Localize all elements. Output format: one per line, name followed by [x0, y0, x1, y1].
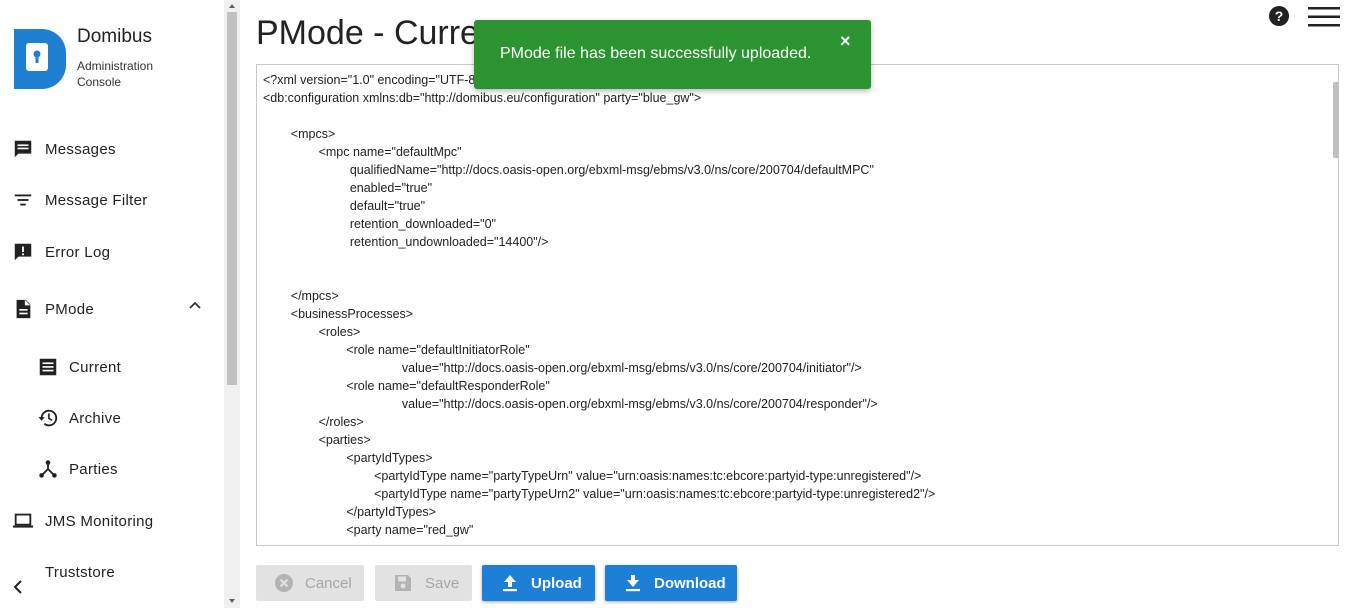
sidebar-item-current[interactable]: Current — [0, 347, 224, 387]
sidebar-item-jms-monitoring[interactable]: JMS Monitoring — [0, 501, 224, 541]
sidebar-item-label: Error Log — [45, 243, 111, 261]
upload-button[interactable]: Upload — [482, 565, 595, 601]
pmode-xml-content[interactable]: <?xml version="1.0" encoding="UTF-8"?> <… — [263, 71, 935, 539]
sidebar-item-message-filter[interactable]: Message Filter — [0, 180, 224, 220]
sidebar-item-label: JMS Monitoring — [45, 512, 154, 530]
sidebar-item-label: Current — [69, 358, 122, 376]
chevron-up-icon[interactable] — [186, 297, 204, 315]
history-icon — [36, 406, 60, 430]
cancel-label: Cancel — [305, 574, 352, 592]
upload-label: Upload — [531, 574, 582, 592]
error-icon — [11, 240, 35, 264]
toast-message: PMode file has been successfully uploade… — [500, 45, 812, 62]
laptop-icon — [11, 509, 35, 533]
save-button[interactable]: Save — [375, 565, 472, 601]
sidebar-scrollbar-thumb[interactable] — [227, 12, 237, 385]
save-label: Save — [425, 574, 460, 592]
sidebar-item-messages[interactable]: Messages — [0, 129, 224, 169]
success-toast: PMode file has been successfully uploade… — [474, 20, 871, 89]
pmode-editor[interactable]: <?xml version="1.0" encoding="UTF-8"?> <… — [256, 64, 1339, 546]
sidebar-item-parties[interactable]: Parties — [0, 449, 224, 489]
sidebar-item-pmode[interactable]: PMode — [0, 289, 224, 329]
svg-text:?: ? — [1275, 8, 1284, 24]
download-button[interactable]: Download — [605, 565, 737, 601]
sidebar-item-label: Truststore — [45, 563, 115, 581]
parties-icon — [36, 457, 60, 481]
scroll-down-arrow-icon[interactable] — [227, 596, 237, 606]
menu-icon[interactable] — [1308, 6, 1340, 28]
page-title: PMode - Current — [256, 14, 508, 52]
sidebar-item-label: PMode — [45, 300, 95, 318]
upload-icon — [503, 575, 517, 592]
sidebar-item-label: Message Filter — [45, 191, 148, 209]
document-icon — [11, 297, 35, 321]
editor-scrollbar-thumb[interactable] — [1333, 82, 1339, 158]
sidebar-item-truststore[interactable]: Truststore — [0, 552, 224, 592]
chevron-left-icon[interactable] — [10, 577, 26, 597]
message-icon — [11, 137, 35, 161]
sidebar: Domibus Administration Console Messages … — [0, 0, 224, 608]
sidebar-item-label: Messages — [45, 140, 116, 158]
save-icon — [395, 575, 411, 591]
sidebar-item-label: Parties — [69, 460, 118, 478]
scroll-up-arrow-icon[interactable] — [227, 1, 237, 11]
download-icon — [626, 575, 640, 592]
cancel-button[interactable]: Cancel — [256, 565, 364, 601]
sidebar-item-error-log[interactable]: Error Log — [0, 232, 224, 272]
brand-subtitle: Administration Console — [77, 59, 154, 89]
close-icon[interactable]: × — [840, 31, 851, 52]
filter-icon — [11, 188, 35, 212]
cancel-icon — [275, 574, 293, 592]
download-label: Download — [654, 574, 726, 592]
help-icon[interactable]: ? — [1268, 5, 1290, 27]
sidebar-item-label: Archive — [69, 409, 122, 427]
brand-title: Domibus — [77, 26, 152, 47]
sidebar-item-archive[interactable]: Archive — [0, 398, 224, 438]
domibus-logo — [14, 29, 66, 89]
list-icon — [36, 355, 60, 379]
